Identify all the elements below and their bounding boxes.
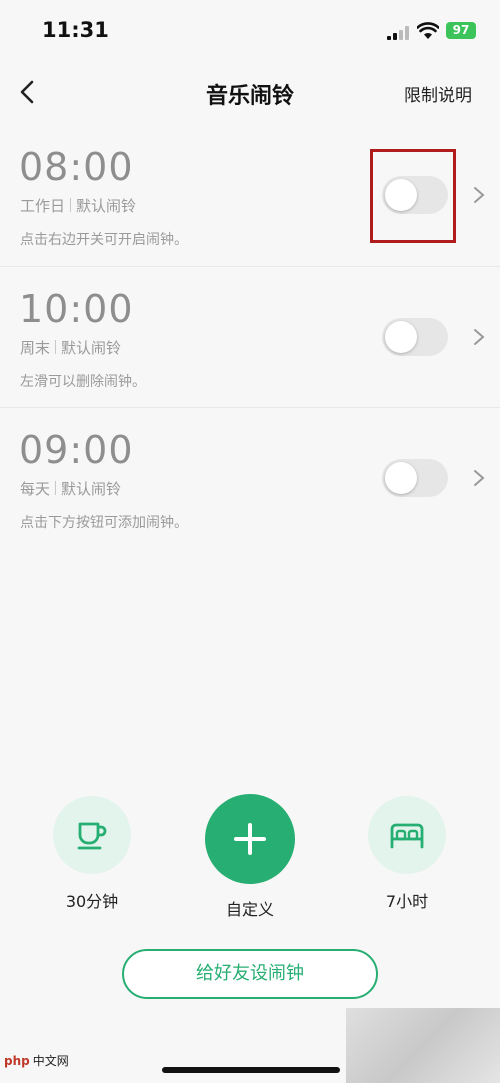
nap-label: 30分钟 xyxy=(65,892,119,911)
nap-button-circle[interactable] xyxy=(53,796,131,874)
blurred-region xyxy=(346,1008,500,1083)
alarm-hint: 左滑可以删除闹钟。 xyxy=(20,374,146,390)
wifi-icon xyxy=(417,22,439,39)
status-bar: 11:31 97 xyxy=(0,0,500,62)
back-chevron-icon[interactable] xyxy=(12,76,44,108)
quick-actions: 30分钟 自定义 7小时 xyxy=(0,794,500,936)
coffee-cup-icon xyxy=(77,822,107,850)
alarm-toggle[interactable] xyxy=(382,459,448,497)
home-indicator[interactable] xyxy=(162,1067,340,1073)
nav-bar: 音乐闹铃 限制说明 xyxy=(0,62,500,124)
alarm-hint: 点击下方按钮可添加闹钟。 xyxy=(20,515,188,531)
divider xyxy=(55,340,57,354)
alarm-list: 08:00 工作日 默认闹铃 点击右边开关可开启闹钟。 10:00 周末 默认闹铃 … xyxy=(0,125,500,548)
alarm-meta: 每天 默认闹铃 xyxy=(20,478,121,499)
battery-icon: 97 xyxy=(446,22,476,39)
alarm-repeat: 周末 xyxy=(20,339,51,357)
alarm-sound: 默认闹铃 xyxy=(61,339,122,357)
chevron-right-icon[interactable] xyxy=(472,468,486,488)
alarm-sound: 默认闹铃 xyxy=(61,480,122,498)
alarm-row[interactable]: 08:00 工作日 默认闹铃 点击右边开关可开启闹钟。 xyxy=(0,125,500,266)
watermark-site: 中文网 xyxy=(32,1054,69,1068)
alarm-time: 09:00 xyxy=(19,428,134,472)
alarm-repeat: 每天 xyxy=(20,480,51,498)
sleep-button-circle[interactable] xyxy=(368,796,446,874)
alarm-time: 08:00 xyxy=(19,145,134,189)
custom-label: 自定义 xyxy=(225,900,274,919)
alarm-toggle[interactable] xyxy=(382,318,448,356)
cellular-signal-icon xyxy=(387,26,409,40)
toggle-knob xyxy=(385,462,417,494)
alarm-toggle[interactable] xyxy=(382,176,448,214)
alarm-screen: 11:31 97 音乐闹铃 限制说明 08:00 工作日 默认闹铃 点击右边开关可… xyxy=(0,0,500,1083)
alarm-meta: 工作日 默认闹铃 xyxy=(20,195,136,216)
alarm-row[interactable]: 10:00 周末 默认闹铃 左滑可以删除闹钟。 xyxy=(0,266,500,407)
status-time: 11:31 xyxy=(42,18,109,42)
site-watermark: php 中文网 xyxy=(4,1052,69,1069)
set-alarm-for-friend-button[interactable]: 给好友设闹钟 xyxy=(122,949,378,999)
nap-30min-button[interactable]: 30分钟 xyxy=(52,796,132,912)
divider xyxy=(70,198,72,212)
add-button-circle[interactable] xyxy=(205,794,295,884)
alarm-sound: 默认闹铃 xyxy=(76,197,137,215)
alarm-row[interactable]: 09:00 每天 默认闹铃 点击下方按钮可添加闹钟。 xyxy=(0,407,500,548)
alarm-hint: 点击右边开关可开启闹钟。 xyxy=(20,232,188,248)
watermark-brand: php xyxy=(4,1054,30,1068)
battery-level: 97 xyxy=(452,23,470,37)
alarm-time: 10:00 xyxy=(19,287,134,331)
chevron-right-icon[interactable] xyxy=(472,327,486,347)
sleep-7h-button[interactable]: 7小时 xyxy=(367,796,447,912)
bed-icon xyxy=(390,823,424,849)
toggle-knob xyxy=(385,321,417,353)
custom-alarm-button[interactable]: 自定义 xyxy=(204,794,296,920)
plus-icon xyxy=(234,823,266,855)
alarm-repeat: 工作日 xyxy=(20,197,66,215)
sleep-label: 7小时 xyxy=(385,892,429,911)
alarm-meta: 周末 默认闹铃 xyxy=(20,337,121,358)
chevron-right-icon[interactable] xyxy=(472,185,486,205)
toggle-knob xyxy=(385,179,417,211)
divider xyxy=(55,481,57,495)
restriction-info-link[interactable]: 限制说明 xyxy=(404,81,472,106)
